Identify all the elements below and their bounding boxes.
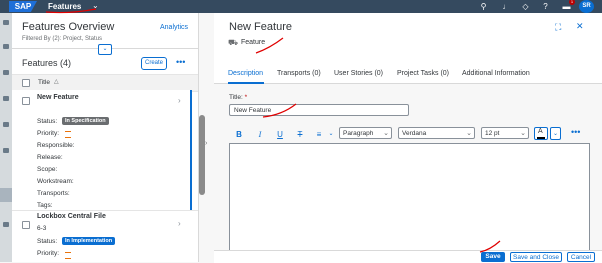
scope-label: Scope: <box>37 166 58 173</box>
selection-indicator <box>190 90 192 210</box>
font-size-select[interactable]: 12 pt ⌄ <box>481 127 529 139</box>
release-label: Release: <box>37 154 63 161</box>
toolbar-more-icon[interactable]: ••• <box>571 127 580 137</box>
font-select[interactable]: Verdana ⌄ <box>398 127 475 139</box>
filter-info: Filtered By (2): Project, Status <box>22 36 103 42</box>
avatar[interactable]: SR <box>579 0 594 13</box>
text-color-icon: A <box>538 128 543 135</box>
create-button[interactable]: Create <box>141 57 167 70</box>
tab-description[interactable]: Description <box>228 70 263 77</box>
nav-documents-icon[interactable] <box>3 122 9 127</box>
workstream-label: Workstream: <box>37 178 74 185</box>
help-icon[interactable]: ? <box>540 1 551 12</box>
required-marker: * <box>244 94 248 101</box>
row-divider <box>12 210 198 211</box>
color-swatch <box>537 137 545 139</box>
page-title: Features Overview <box>22 21 115 33</box>
chevron-down-icon: ⌄ <box>383 130 389 137</box>
more-options-icon[interactable]: ••• <box>176 57 185 68</box>
close-icon[interactable]: ✕ <box>576 21 584 32</box>
transports-label: Transports: <box>37 190 70 197</box>
warning-icon: △ <box>54 79 59 85</box>
splitter-arrow-icon[interactable]: › <box>205 140 207 147</box>
select-all-checkbox[interactable] <box>22 79 30 87</box>
analytics-link[interactable]: Analytics <box>160 24 188 31</box>
priority-icon <box>65 131 71 138</box>
chevron-down-icon[interactable]: ⌄ <box>92 0 99 11</box>
product-switch-icon[interactable]: ◇ <box>520 1 531 12</box>
save-button[interactable]: Save <box>481 252 505 262</box>
strikethrough-button[interactable]: T <box>294 129 306 140</box>
text-color-dropdown[interactable]: ⌄ <box>550 127 561 140</box>
status-label: Status: <box>37 238 58 245</box>
status-badge: In Implementation <box>62 237 116 245</box>
chevron-down-icon: ⌄ <box>466 130 472 137</box>
paragraph-select[interactable]: Paragraph ⌄ <box>339 127 392 139</box>
align-dropdown-icon[interactable]: ⌄ <box>325 129 337 140</box>
priority-icon <box>65 252 71 259</box>
item-subtitle: 6-3 <box>37 225 47 232</box>
item-title: New Feature <box>37 94 79 101</box>
bold-button[interactable]: B <box>233 129 245 140</box>
nav-projects-icon[interactable] <box>3 44 9 49</box>
priority-label: Priority: <box>37 250 60 257</box>
item-checkbox[interactable] <box>22 221 30 229</box>
item-title: Lockbox Central File <box>37 213 106 220</box>
tags-label: Tags: <box>37 202 53 209</box>
responsible-label: Responsible: <box>37 142 75 149</box>
nav-analytics-icon[interactable] <box>3 96 9 101</box>
align-icon[interactable]: ≡ <box>313 129 325 140</box>
collapse-header-button[interactable]: ⌄ <box>98 44 112 55</box>
italic-button[interactable]: I <box>254 129 266 140</box>
nav-settings-icon[interactable] <box>3 148 9 153</box>
tab-transports[interactable]: Transports (0) <box>277 70 321 77</box>
chevron-right-icon[interactable]: › <box>178 219 181 228</box>
app-title[interactable]: Features <box>48 1 81 12</box>
item-checkbox[interactable] <box>22 97 30 105</box>
nav-features-active[interactable] <box>0 188 12 202</box>
status-badge: In Specification <box>62 117 109 125</box>
cancel-button[interactable]: Cancel <box>567 252 595 262</box>
status-label: Status: <box>37 118 58 125</box>
save-and-close-button[interactable]: Save and Close <box>510 252 562 262</box>
car-icon: ⛟ <box>228 38 239 47</box>
full-screen-icon[interactable]: ⛶ <box>555 22 561 33</box>
search-icon[interactable]: ⚲ <box>478 1 489 12</box>
bell-icon[interactable]: ♩ <box>501 1 512 12</box>
underline-button[interactable]: U <box>274 129 286 140</box>
tab-additional-information[interactable]: Additional Information <box>462 70 530 77</box>
chevron-down-icon: ⌄ <box>520 130 526 137</box>
scrollbar[interactable] <box>199 115 205 195</box>
detail-title: New Feature <box>229 21 292 33</box>
tab-project-tasks[interactable]: Project Tasks (0) <box>397 70 449 77</box>
nav-home-icon[interactable] <box>3 20 9 25</box>
feature-type: Feature <box>241 39 266 46</box>
column-title[interactable]: Title <box>38 79 50 86</box>
chevron-right-icon[interactable]: › <box>178 96 181 105</box>
title-field-label: Title: * <box>229 94 248 101</box>
title-input[interactable]: New Feature <box>229 104 409 116</box>
nav-tasks-icon[interactable] <box>3 70 9 75</box>
rich-text-editor[interactable] <box>229 143 590 256</box>
text-color-button[interactable]: A <box>534 127 548 140</box>
priority-label: Priority: <box>37 130 60 137</box>
list-title: Features (4) <box>22 58 72 68</box>
nav-reports-icon[interactable] <box>3 222 9 227</box>
tab-user-stories[interactable]: User Stories (0) <box>334 70 383 77</box>
